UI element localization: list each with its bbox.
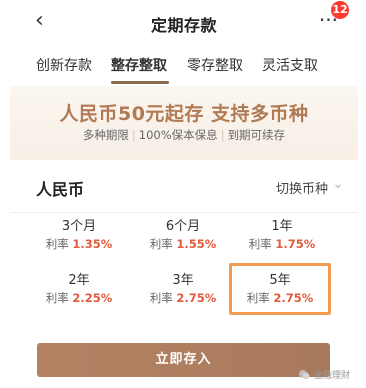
- term-grid: 3个月 利率 1.35% 6个月 利率 1.55% 1年 利率 1.75% 2年…: [10, 212, 358, 315]
- term-option-3-months[interactable]: 3个月 利率 1.35%: [31, 212, 127, 258]
- term-option-6-months[interactable]: 6个月 利率 1.55%: [135, 212, 231, 258]
- separator: |: [131, 128, 136, 142]
- term-period: 1年: [271, 219, 293, 234]
- watermark-text: 金融理财: [313, 371, 350, 381]
- notification-badge: 12: [331, 1, 349, 19]
- term-rate: 利率 1.35%: [45, 237, 113, 251]
- term-rate: 利率 2.25%: [45, 291, 113, 305]
- term-option-2-years[interactable]: 2年 利率 2.25%: [31, 266, 127, 312]
- switch-currency-button[interactable]: 切换币种: [276, 178, 328, 197]
- watermark: 金融理财: [298, 368, 350, 381]
- banner-feature-1: 多种期限: [82, 128, 129, 142]
- promo-banner: 人民币50元起存 支持多币种 多种期限 | 100%保本保息 | 到期可续存: [10, 86, 358, 160]
- term-period: 5年: [269, 273, 291, 288]
- term-period: 2年: [68, 273, 90, 288]
- banner-headline: 人民币50元起存 支持多币种: [59, 103, 309, 125]
- tab-installment[interactable]: 零存整取: [187, 55, 243, 75]
- page-title: 定期存款: [150, 16, 217, 35]
- banner-feature-3: 到期可续存: [227, 128, 286, 142]
- chevron-down-icon[interactable]: ⌄: [332, 176, 344, 192]
- currency-row: 人民币 切换币种 ⌄: [10, 160, 358, 213]
- currency-label: 人民币: [36, 180, 85, 199]
- term-rate: 利率 1.55%: [149, 237, 217, 251]
- banner-subline: 多种期限 | 100%保本保息 | 到期可续存: [10, 127, 358, 143]
- tab-flexible-withdrawal[interactable]: 灵活支取: [262, 55, 318, 75]
- term-option-5-years[interactable]: 5年 利率 2.75%: [229, 263, 331, 315]
- term-rate: 利率 2.75%: [246, 291, 314, 305]
- active-tab-indicator: [111, 81, 169, 84]
- phone-screen: ‹ 定期存款 ··· 12 创新存款 整存整取 零存整取 灵活支取 人民币50元…: [10, 0, 358, 388]
- term-period: 3个月: [61, 219, 97, 234]
- term-option-1-year[interactable]: 1年 利率 1.75%: [234, 212, 330, 258]
- deposit-type-tabs: 创新存款 整存整取 零存整取 灵活支取: [10, 43, 358, 87]
- term-period: 6个月: [165, 219, 201, 234]
- term-rate: 利率 1.75%: [248, 237, 316, 251]
- tab-innovative-deposit[interactable]: 创新存款: [36, 55, 92, 75]
- separator: |: [220, 128, 225, 142]
- term-rate: 利率 2.75%: [149, 291, 217, 305]
- wechat-icon: [298, 369, 310, 379]
- banner-feature-2: 100%保本保息: [138, 128, 218, 142]
- term-selection-card: 人民币 切换币种 ⌄ 3个月 利率 1.35% 6个月 利率 1.55% 1年 …: [10, 160, 358, 315]
- tab-lump-sum[interactable]: 整存整取: [111, 55, 167, 75]
- term-period: 3年: [172, 273, 194, 288]
- term-option-3-years[interactable]: 3年 利率 2.75%: [135, 266, 231, 312]
- deposit-now-button[interactable]: 立即存入: [37, 343, 330, 377]
- top-bar: ‹ 定期存款 ··· 12: [10, 0, 358, 43]
